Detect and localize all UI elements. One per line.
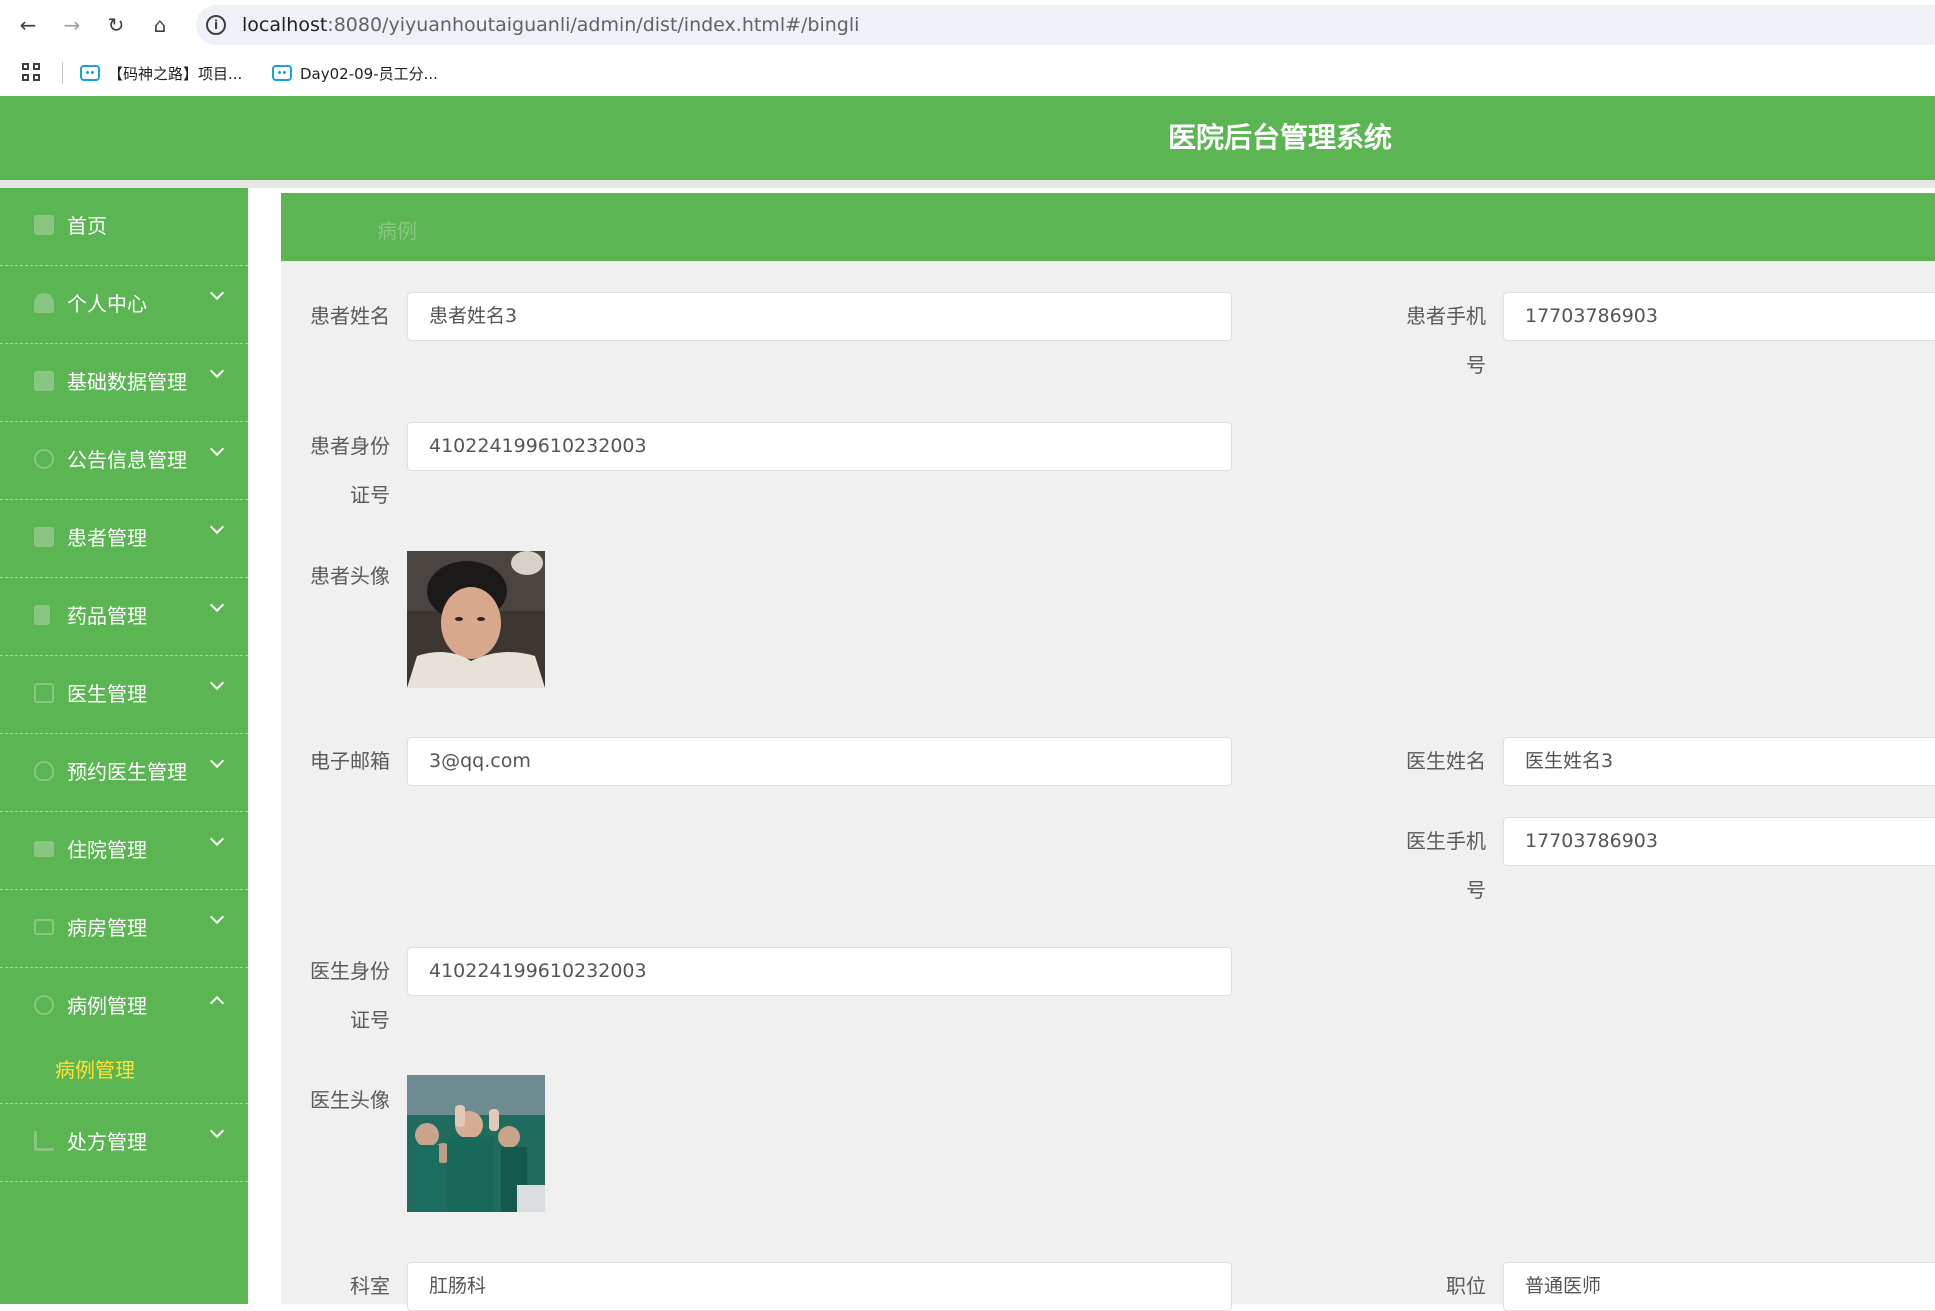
sidebar-item-label: 病例管理 [67,994,147,1018]
chevron-down-icon [209,597,225,613]
chevron-down-icon [209,519,225,535]
sidebar-item-label: 基础数据管理 [67,370,187,394]
doctor-phone-field[interactable]: 17703786903 [1503,817,1935,866]
sidebar-item-label: 医生管理 [67,682,147,706]
bilibili-tv-icon [272,65,292,81]
sidebar-item-hospitalization[interactable]: 住院管理 [0,812,248,890]
chevron-down-icon [209,441,225,457]
bookmark-item-1[interactable]: 【码神之路】项目... [80,62,242,86]
patient-phone-field[interactable]: 17703786903 [1503,292,1935,341]
sidebar-item-label: 药品管理 [67,604,147,628]
bookmark-separator [62,62,63,84]
sidebar-item-label: 处方管理 [67,1130,147,1154]
sidebar-item-personal-center[interactable]: 个人中心 [0,266,248,344]
doctor-avatar-label: 医生头像 [310,1088,390,1112]
sidebar-item-label: 个人中心 [67,292,147,316]
bilibili-tv-icon [80,65,100,81]
bookmarks-bar: 【码神之路】项目... Day02-09-员工分... [0,50,1935,96]
forward-arrow-icon[interactable]: → [58,11,86,39]
patient-id-label-cont: 证号 [350,483,390,507]
bookmark-item-2[interactable]: Day02-09-员工分... [272,62,438,86]
home-icon [34,215,54,235]
sidebar-item-label: 首页 [67,214,107,238]
patient-id-field[interactable]: 410224199610232003 [407,422,1232,471]
bars-icon [34,1131,54,1151]
bookmark-label: 【码神之路】项目... [108,65,243,83]
bed-icon [34,841,54,857]
address-bar[interactable]: i localhost:8080/yiyuanhoutaiguanli/admi… [196,5,1935,45]
sidebar-item-home[interactable]: 首页 [0,188,248,266]
sidebar-item-label: 预约医生管理 [67,760,187,784]
sidebar-item-medicine[interactable]: 药品管理 [0,578,248,656]
chevron-down-icon [209,753,225,769]
briefcase-icon [34,371,54,391]
app-title: 医院后台管理系统 [1167,121,1392,154]
doctor-id-label-cont: 证号 [350,1008,390,1032]
sidebar-item-prescription[interactable]: 处方管理 [0,1104,248,1182]
sidebar-item-notice[interactable]: 公告信息管理 [0,422,248,500]
doctor-phone-label-cont: 号 [1466,878,1486,902]
chevron-down-icon [209,363,225,379]
doctor-avatar-image [407,1075,545,1212]
sidebar-item-ward[interactable]: 病房管理 [0,890,248,968]
sidebar-item-doctor[interactable]: 医生管理 [0,656,248,734]
chart-icon [34,919,54,935]
doctor-name-label: 医生姓名 [1406,749,1486,773]
patient-avatar-label: 患者头像 [310,564,390,588]
doctor-id-label: 医生身份 [310,959,390,983]
home-icon[interactable]: ⌂ [146,11,174,39]
patient-name-field[interactable]: 患者姓名3 [407,292,1232,341]
url-text[interactable]: localhost:8080/yiyuanhoutaiguanli/admin/… [242,14,859,36]
user-icon [34,293,54,313]
url-host: localhost [242,14,328,36]
doctor-name-field[interactable]: 医生姓名3 [1503,737,1935,786]
breadcrumb-current: 病例 [377,219,417,243]
site-info-icon[interactable]: i [206,15,226,35]
chevron-down-icon [209,675,225,691]
patient-phone-label-cont: 号 [1466,353,1486,377]
chevron-down-icon [209,1123,225,1139]
sidebar-item-label: 住院管理 [67,838,147,862]
sidebar-item-label: 病房管理 [67,916,147,940]
header-divider [0,180,1935,188]
chevron-down-icon [209,909,225,925]
doctor-id-field[interactable]: 410224199610232003 [407,947,1232,996]
chevron-down-icon [209,285,225,301]
chevron-down-icon [209,831,225,847]
sidebar-item-basic-data[interactable]: 基础数据管理 [0,344,248,422]
clock-icon [34,449,54,469]
app-header: 医院后台管理系统 [0,96,1935,180]
back-arrow-icon[interactable]: ← [14,11,42,39]
sidebar-subitem-case-management[interactable]: 病例管理 [0,1034,248,1104]
url-path: :8080/yiyuanhoutaiguanli/admin/dist/inde… [327,14,860,36]
sidebar-subitem-label: 病例管理 [55,1058,135,1082]
sidebar-item-label: 患者管理 [67,526,147,550]
apps-grid-icon[interactable] [22,63,42,83]
breadcrumb: 病例 [281,193,1935,261]
flag-icon [34,605,50,625]
patient-id-label: 患者身份 [310,434,390,458]
patient-name-label: 患者姓名 [310,304,390,328]
clipboard-icon [34,683,54,703]
chevron-up-icon [209,995,225,1011]
bulb-icon [34,761,54,781]
sidebar: 首页 个人中心 基础数据管理 公告信息管理 患者管理 药品管理 医生管理 预约医… [0,188,248,1304]
patient-phone-label: 患者手机 [1406,304,1486,328]
sidebar-item-appointment[interactable]: 预约医生管理 [0,734,248,812]
doctor-phone-label: 医生手机 [1406,829,1486,853]
browser-toolbar: ← → ↻ ⌂ i localhost:8080/yiyuanhoutaigua… [0,0,1935,50]
email-field[interactable]: 3@qq.com [407,737,1232,786]
email-label: 电子邮箱 [310,749,390,773]
bookmark-label: Day02-09-员工分... [300,65,438,83]
sidebar-item-label: 公告信息管理 [67,448,187,472]
sidebar-item-patient[interactable]: 患者管理 [0,500,248,578]
grid-icon [34,527,54,547]
target-icon [34,995,54,1015]
patient-avatar-image [407,551,545,688]
reload-icon[interactable]: ↻ [102,11,130,39]
